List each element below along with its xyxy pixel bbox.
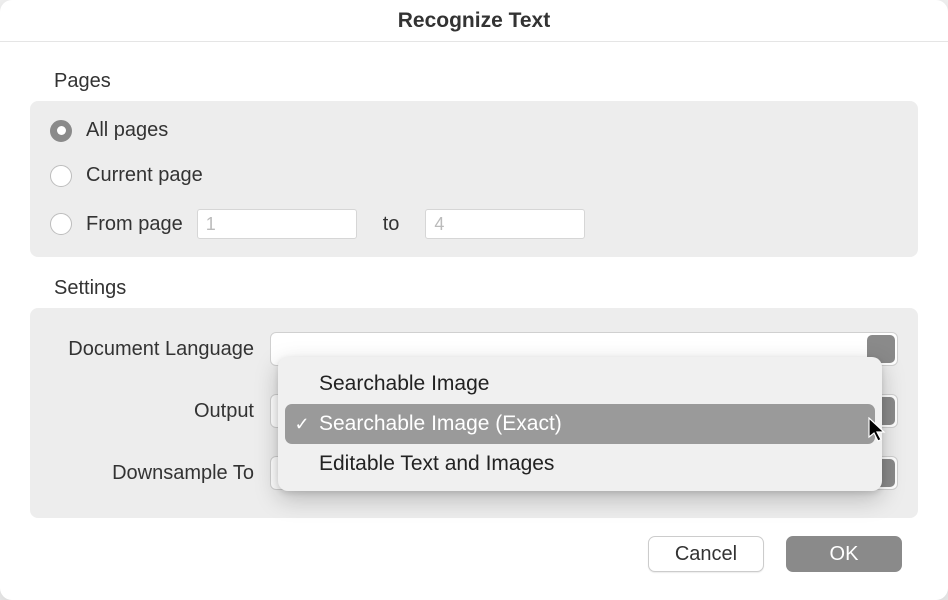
radio-row-from-page[interactable]: From page to (50, 209, 898, 239)
radio-from-page[interactable] (50, 213, 72, 235)
pages-group: All pages Current page From page to (30, 101, 918, 257)
dropdown-item-editable-text-images[interactable]: Editable Text and Images (285, 444, 875, 484)
settings-section-label: Settings (54, 277, 918, 300)
radio-current-page[interactable] (50, 165, 72, 187)
radio-row-current-page[interactable]: Current page (50, 164, 898, 187)
dropdown-item-label: Editable Text and Images (319, 452, 554, 476)
output-label: Output (50, 400, 270, 423)
cancel-button[interactable]: Cancel (648, 536, 764, 572)
radio-label-current-page: Current page (86, 164, 203, 187)
radio-all-pages[interactable] (50, 120, 72, 142)
dialog-title: Recognize Text (398, 9, 550, 33)
check-icon: ✓ (291, 414, 313, 435)
dropdown-item-searchable-image-exact[interactable]: ✓ Searchable Image (Exact) (285, 404, 875, 444)
dropdown-item-label: Searchable Image (Exact) (319, 412, 562, 436)
dropdown-item-label: Searchable Image (319, 372, 489, 396)
downsample-label: Downsample To (50, 462, 270, 485)
to-page-input[interactable] (425, 209, 585, 239)
to-label: to (383, 213, 400, 236)
from-page-input[interactable] (197, 209, 357, 239)
ok-button[interactable]: OK (786, 536, 902, 572)
recognize-text-dialog: Recognize Text Pages All pages Current p… (0, 0, 948, 600)
title-bar: Recognize Text (0, 0, 948, 42)
output-dropdown-popup: Searchable Image ✓ Searchable Image (Exa… (278, 357, 882, 491)
radio-label-all-pages: All pages (86, 119, 168, 142)
document-language-label: Document Language (50, 338, 270, 361)
dropdown-item-searchable-image[interactable]: Searchable Image (285, 364, 875, 404)
radio-row-all-pages[interactable]: All pages (50, 119, 898, 142)
radio-label-from-page: From page (86, 213, 183, 236)
pages-section-label: Pages (54, 70, 918, 93)
button-row: Cancel OK (0, 518, 948, 600)
